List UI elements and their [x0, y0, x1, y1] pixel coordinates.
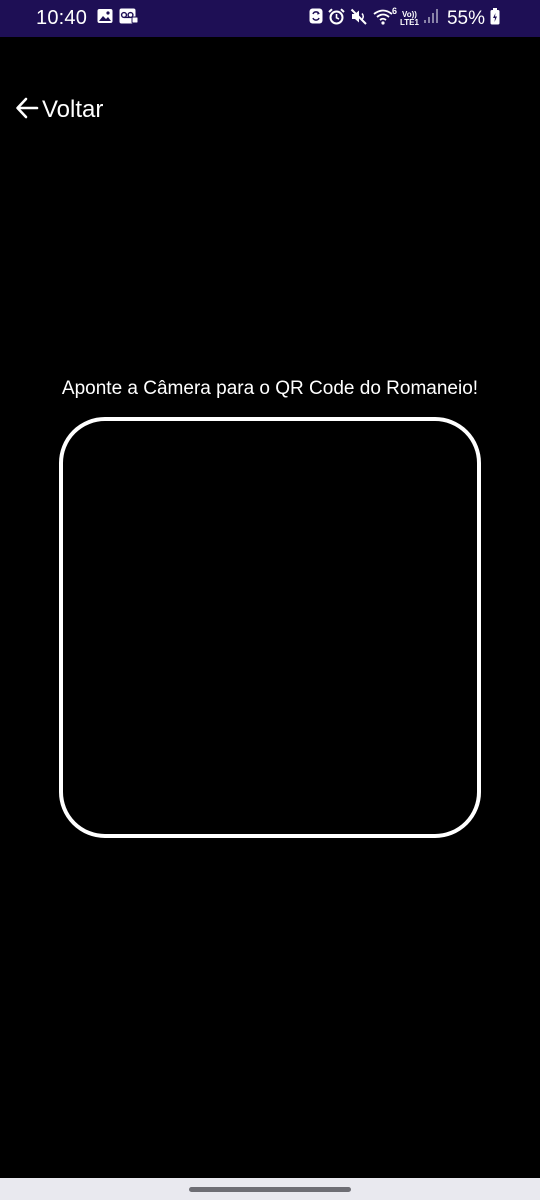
- back-button[interactable]: Voltar: [14, 92, 103, 128]
- sync-icon: [309, 8, 323, 29]
- voicemail-icon: [119, 8, 139, 29]
- navigation-bar: [0, 1178, 540, 1200]
- mute-icon: [350, 8, 368, 30]
- status-left-icons: [97, 8, 139, 29]
- volte-label-bottom: LTE1: [400, 17, 419, 27]
- wifi-icon: 6: [373, 5, 397, 30]
- arrow-left-icon: [14, 95, 40, 126]
- status-right-icons: 6 Vo)) LTE1 55%: [309, 0, 500, 37]
- scan-instruction: Aponte a Câmera para o QR Code do Romane…: [61, 378, 479, 399]
- home-gesture-handle[interactable]: [189, 1187, 351, 1192]
- battery-percent: 55%: [446, 7, 485, 29]
- alarm-icon: [328, 7, 345, 30]
- image-icon: [97, 8, 113, 29]
- status-bar: 10:40 6 Vo)) LTE1 55%: [0, 0, 540, 37]
- battery-icon: [490, 7, 500, 30]
- volte-icon: Vo)) LTE1: [400, 10, 419, 27]
- qr-scan-frame: [59, 417, 481, 838]
- back-label: Voltar: [42, 96, 104, 123]
- wifi-badge: 6: [391, 5, 397, 16]
- signal-icon: [423, 8, 438, 29]
- status-time: 10:40: [36, 7, 88, 29]
